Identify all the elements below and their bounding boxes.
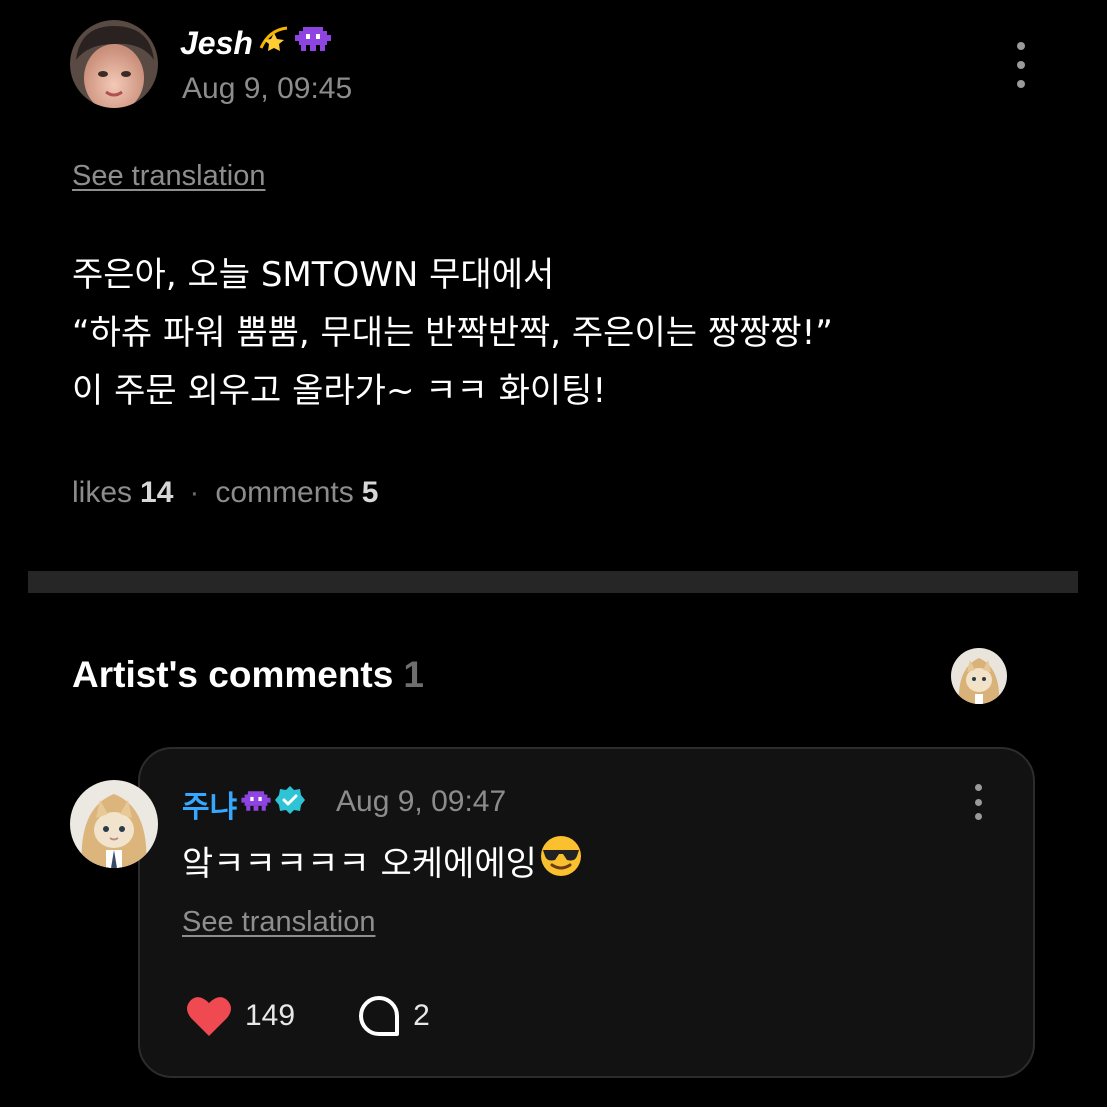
artist-comments-heading: Artist's comments 1 bbox=[72, 654, 424, 696]
stats-separator: · bbox=[189, 476, 200, 509]
post-page: Jesh Aug 9, 09:45 See translation 주은아, 오… bbox=[0, 0, 1107, 1107]
alien-monster-icon bbox=[241, 787, 271, 822]
artist-avatar-small[interactable] bbox=[951, 648, 1007, 704]
comments-count[interactable]: 5 bbox=[362, 476, 379, 510]
comment-more-options-icon[interactable] bbox=[968, 784, 988, 820]
comment-reactions: 149 2 bbox=[185, 994, 430, 1038]
likes-label: likes bbox=[72, 476, 133, 509]
like-button[interactable]: 149 bbox=[185, 994, 295, 1038]
artist-comments-count: 1 bbox=[403, 654, 424, 695]
author-name-text: Jesh bbox=[180, 24, 253, 61]
alien-monster-icon bbox=[294, 23, 331, 63]
comment-bubble-icon bbox=[359, 996, 400, 1036]
post-more-options-icon[interactable] bbox=[1011, 42, 1031, 88]
post-timestamp: Aug 9, 09:45 bbox=[182, 72, 353, 105]
commenter-name[interactable]: 주냐 bbox=[182, 782, 306, 826]
author-avatar[interactable] bbox=[70, 20, 158, 108]
author-name[interactable]: Jesh bbox=[180, 22, 331, 64]
sunglasses-emoji-icon bbox=[539, 834, 583, 887]
comments-label[interactable]: comments bbox=[215, 476, 353, 510]
post-stats: likes 14 · comments 5 bbox=[72, 476, 378, 510]
comment-see-translation-link[interactable]: See translation bbox=[182, 906, 375, 939]
section-divider bbox=[28, 571, 1078, 593]
likes-count: 14 bbox=[140, 476, 174, 509]
like-count: 149 bbox=[245, 999, 296, 1032]
dizzy-star-emoji-icon bbox=[257, 22, 291, 64]
reply-button[interactable]: 2 bbox=[357, 994, 430, 1038]
post-see-translation-link[interactable]: See translation bbox=[72, 160, 265, 193]
commenter-name-text: 주냐 bbox=[182, 790, 238, 825]
post-body-text: 주은아, 오늘 SMTOWN 무대에서 “하츄 파워 뿜뿜, 무대는 반짝반짝,… bbox=[72, 255, 833, 411]
commenter-avatar[interactable] bbox=[70, 780, 158, 868]
reply-count: 2 bbox=[413, 999, 430, 1032]
comment-timestamp: Aug 9, 09:47 bbox=[336, 785, 507, 818]
verified-badge-icon bbox=[275, 785, 306, 823]
comment-body: 앜ㅋㅋㅋㅋㅋ 오케에에잉 bbox=[182, 834, 583, 887]
heart-icon bbox=[187, 997, 231, 1036]
comment-body-text: 앜ㅋㅋㅋㅋㅋ 오케에에잉 bbox=[182, 844, 537, 884]
artist-comments-title: Artist's comments bbox=[72, 654, 394, 695]
